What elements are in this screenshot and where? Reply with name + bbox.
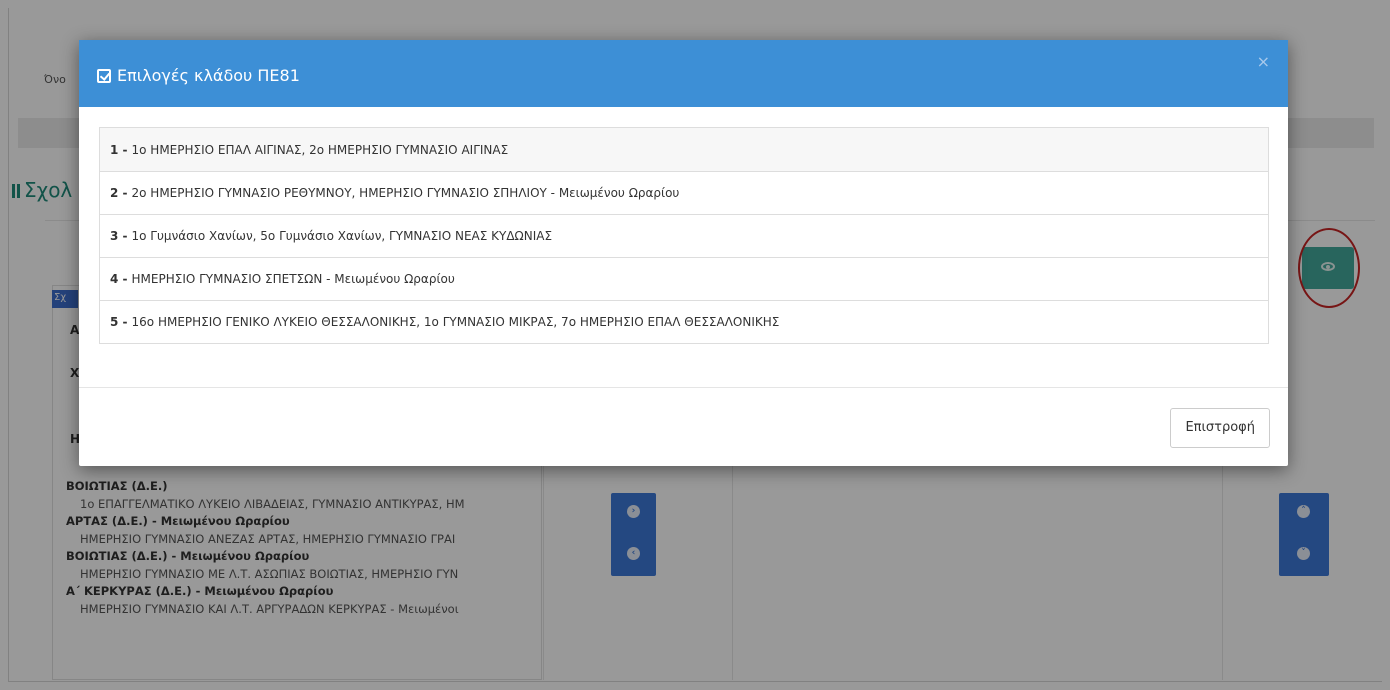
- option-number: 4 -: [110, 272, 128, 286]
- modal-footer: Επιστροφή: [79, 387, 1288, 466]
- option-text: 1ο ΗΜΕΡΗΣΙΟ ΕΠΑΛ ΑΙΓΙΝΑΣ, 2ο ΗΜΕΡΗΣΙΟ ΓΥ…: [131, 142, 509, 157]
- modal-title: Επιλογές κλάδου ΠΕ81: [97, 66, 300, 85]
- option-text: 16ο ΗΜΕΡΗΣΙΟ ΓΕΝΙΚΟ ΛΥΚΕΙΟ ΘΕΣΣΑΛΟΝΙΚΗΣ,…: [131, 315, 780, 329]
- options-list: 1 - 1ο ΗΜΕΡΗΣΙΟ ΕΠΑΛ ΑΙΓΙΝΑΣ, 2ο ΗΜΕΡΗΣΙ…: [99, 127, 1269, 344]
- list-item: 3 - 1ο Γυμνάσιο Χανίων, 5ο Γυμνάσιο Χανί…: [100, 214, 1268, 257]
- list-item: 4 - ΗΜΕΡΗΣΙΟ ΓΥΜΝΑΣΙΟ ΣΠΕΤΣΩΝ - Μειωμένο…: [100, 257, 1268, 300]
- modal-title-text: Επιλογές κλάδου ΠΕ81: [117, 66, 300, 85]
- list-item: 2 - 2ο ΗΜΕΡΗΣΙΟ ΓΥΜΝΑΣΙΟ ΡΕΘΥΜΝΟΥ, ΗΜΕΡΗ…: [100, 171, 1268, 214]
- list-item: 1 - 1ο ΗΜΕΡΗΣΙΟ ΕΠΑΛ ΑΙΓΙΝΑΣ, 2ο ΗΜΕΡΗΣΙ…: [100, 128, 1268, 171]
- option-number: 1 -: [110, 142, 128, 157]
- list-item: 5 - 16ο ΗΜΕΡΗΣΙΟ ΓΕΝΙΚΟ ΛΥΚΕΙΟ ΘΕΣΣΑΛΟΝΙ…: [100, 300, 1268, 343]
- option-number: 3 -: [110, 229, 128, 243]
- option-text: 2ο ΗΜΕΡΗΣΙΟ ΓΥΜΝΑΣΙΟ ΡΕΘΥΜΝΟΥ, ΗΜΕΡΗΣΙΟ …: [131, 186, 680, 200]
- checkbox-icon: [97, 68, 111, 83]
- close-button[interactable]: ×: [1257, 52, 1270, 71]
- modal-header: Επιλογές κλάδου ΠΕ81 ×: [79, 40, 1288, 107]
- option-text: 1ο Γυμνάσιο Χανίων, 5ο Γυμνάσιο Χανίων, …: [131, 229, 553, 243]
- option-number: 5 -: [110, 315, 128, 329]
- return-button[interactable]: Επιστροφή: [1170, 408, 1270, 448]
- option-text: ΗΜΕΡΗΣΙΟ ΓΥΜΝΑΣΙΟ ΣΠΕΤΣΩΝ - Μειωμένου Ωρ…: [131, 272, 455, 286]
- options-modal: Επιλογές κλάδου ΠΕ81 × 1 - 1ο ΗΜΕΡΗΣΙΟ Ε…: [79, 40, 1288, 466]
- option-number: 2 -: [110, 186, 128, 200]
